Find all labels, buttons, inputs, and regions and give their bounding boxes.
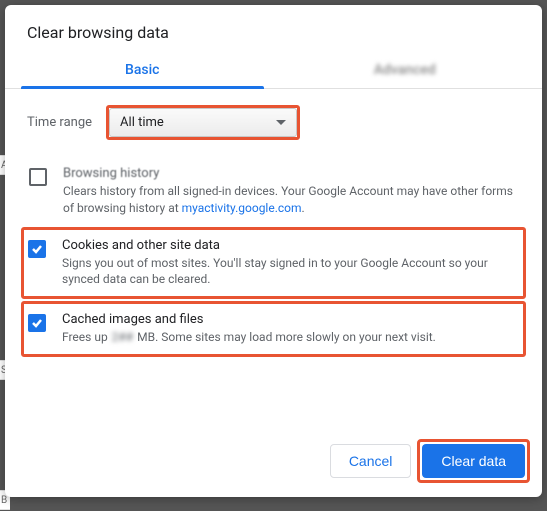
checkbox-browsing-history[interactable] bbox=[29, 168, 47, 186]
item-desc: Signs you out of most sites. You'll stay… bbox=[62, 255, 519, 289]
dialog-title: Clear browsing data bbox=[5, 5, 542, 56]
clear-button-highlight: Clear data bbox=[417, 439, 530, 483]
item-browsing-history: Browsing history Clears history from all… bbox=[27, 158, 520, 225]
tab-advanced[interactable]: Advanced bbox=[274, 56, 537, 88]
chevron-down-icon bbox=[276, 120, 286, 125]
item-title: Browsing history bbox=[63, 166, 518, 181]
item-desc: Clears history from all signed-in device… bbox=[63, 183, 518, 217]
time-range-select[interactable]: All time bbox=[109, 108, 297, 137]
checkbox-cached[interactable] bbox=[28, 314, 46, 332]
clear-data-button[interactable]: Clear data bbox=[422, 444, 525, 478]
dialog-footer: Cancel Clear data bbox=[5, 425, 542, 497]
myactivity-link[interactable]: myactivity.google.com bbox=[182, 201, 302, 215]
items-list: Browsing history Clears history from all… bbox=[27, 158, 520, 357]
time-range-label: Time range bbox=[27, 115, 92, 130]
clear-browsing-data-dialog: Clear browsing data Basic Advanced Time … bbox=[5, 5, 542, 497]
cancel-button[interactable]: Cancel bbox=[330, 444, 412, 478]
tab-basic[interactable]: Basic bbox=[11, 56, 274, 88]
tabs: Basic Advanced bbox=[5, 56, 542, 89]
time-range-row: Time range All time bbox=[27, 105, 520, 140]
time-range-highlight: All time bbox=[106, 105, 300, 140]
item-cookies: Cookies and other site data Signs you ou… bbox=[21, 227, 526, 300]
dialog-content: Time range All time Browsing history Cle… bbox=[5, 89, 542, 425]
item-title: Cookies and other site data bbox=[62, 238, 519, 253]
checkbox-cookies[interactable] bbox=[28, 240, 46, 258]
item-cached: Cached images and files Frees up 2## MB.… bbox=[21, 301, 526, 357]
item-desc: Frees up 2## MB. Some sites may load mor… bbox=[62, 329, 436, 346]
item-title: Cached images and files bbox=[62, 312, 436, 327]
time-range-value: All time bbox=[120, 115, 164, 130]
